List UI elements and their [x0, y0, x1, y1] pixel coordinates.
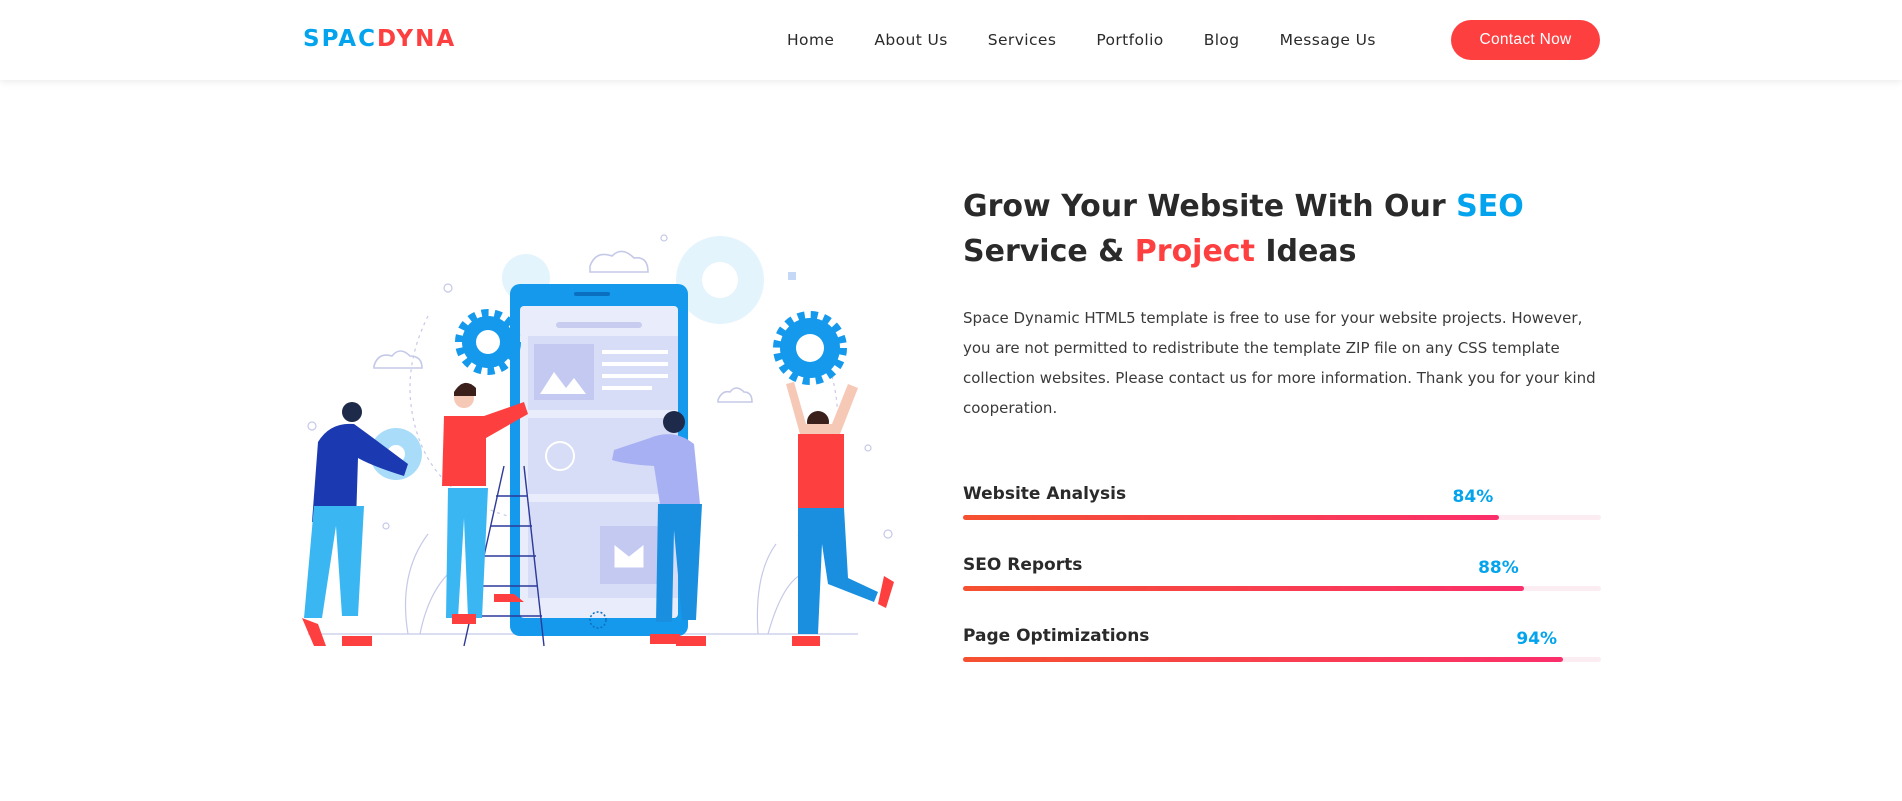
nav-portfolio[interactable]: Portfolio [1096, 31, 1163, 49]
skill-percent: 88% [1478, 558, 1519, 578]
skill-progress-fill [963, 515, 1499, 520]
skill-name: SEO Reports [963, 555, 1083, 575]
site-header: SPACDYNA Home About Us Services Portfoli… [0, 0, 1902, 80]
skill-seo-reports: SEO Reports 88% [963, 555, 1601, 605]
logo-part-2: DYNA [377, 26, 457, 52]
skill-page-optimizations: Page Optimizations 94% [963, 626, 1601, 676]
title-text: Service & [963, 234, 1135, 269]
skill-name: Website Analysis [963, 484, 1127, 504]
logo[interactable]: SPACDYNA [303, 26, 456, 52]
nav-services[interactable]: Services [988, 31, 1057, 49]
main-nav: Home About Us Services Portfolio Blog Me… [787, 31, 1416, 49]
skill-website-analysis: Website Analysis 84% [963, 484, 1601, 534]
skill-progress-track [963, 586, 1601, 591]
title-highlight-project: Project [1134, 234, 1255, 269]
skill-progress-track [963, 657, 1601, 662]
skill-progress-fill [963, 586, 1525, 591]
contact-now-button[interactable]: Contact Now [1451, 20, 1600, 60]
nav-blog[interactable]: Blog [1204, 31, 1240, 49]
skill-progress-track [963, 515, 1601, 520]
hero-title: Grow Your Website With Our SEO Service &… [963, 184, 1603, 274]
person-figure [786, 382, 894, 646]
nav-message-us[interactable]: Message Us [1280, 31, 1376, 49]
skill-percent: 84% [1452, 487, 1494, 507]
title-text: Ideas [1254, 234, 1357, 269]
hero-description: Space Dynamic HTML5 template is free to … [963, 309, 1596, 417]
title-text: Grow Your Website With Our [963, 189, 1457, 224]
skill-name: Page Optimizations [963, 626, 1150, 646]
nav-home[interactable]: Home [787, 31, 834, 49]
skill-percent: 94% [1516, 629, 1558, 649]
hero-illustration [302, 234, 894, 647]
nav-about-us[interactable]: About Us [874, 31, 947, 49]
logo-part-1: SPAC [303, 26, 377, 52]
title-highlight-seo: SEO [1456, 189, 1524, 224]
skill-progress-fill [963, 657, 1563, 662]
